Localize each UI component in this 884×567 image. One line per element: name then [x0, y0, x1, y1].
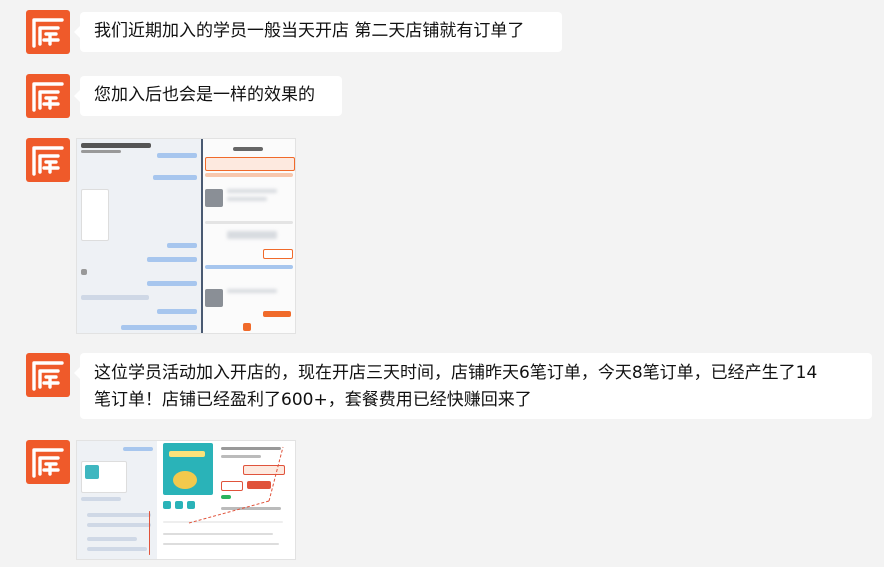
message-text-line-2: 笔订单！店铺已经盈利了600+，套餐费用已经快赚回来了 [94, 390, 532, 410]
message-bubble[interactable]: 您加入后也会是一样的效果的 [74, 76, 342, 116]
message-row-4: 这位学员活动加入开店的，现在开店三天时间，店铺昨天6笔订单，今天8笔订单，已经产… [0, 353, 884, 423]
message-row-3 [0, 138, 884, 334]
avatar[interactable] [26, 440, 70, 484]
chat-and-shop-orders-image[interactable] [76, 138, 296, 334]
shop-logo-icon [32, 448, 64, 478]
message-row-2: 您加入后也会是一样的效果的 [0, 74, 884, 120]
shop-logo-icon [32, 146, 64, 176]
message-text: 我们近期加入的学员一般当天开店 第二天店铺就有订单了 [94, 21, 525, 41]
avatar[interactable] [26, 138, 70, 182]
message-bubble[interactable]: 我们近期加入的学员一般当天开店 第二天店铺就有订单了 [74, 12, 562, 52]
product-listing-image[interactable] [76, 440, 296, 560]
avatar[interactable] [26, 353, 70, 397]
order-list-pane [203, 139, 295, 333]
avatar[interactable] [26, 10, 70, 54]
message-bubble[interactable]: 这位学员活动加入开店的，现在开店三天时间，店铺昨天6笔订单，今天8笔订单，已经产… [74, 353, 872, 419]
chat-pane [77, 139, 201, 333]
message-row-5 [0, 440, 884, 567]
chat-pane [77, 441, 157, 559]
message-text: 您加入后也会是一样的效果的 [94, 85, 315, 105]
shop-logo-icon [32, 361, 64, 391]
product-pane [159, 441, 295, 559]
message-row-1: 我们近期加入的学员一般当天开店 第二天店铺就有订单了 [0, 10, 884, 56]
shop-logo-icon [32, 18, 64, 48]
shop-logo-icon [32, 82, 64, 112]
message-text-line-1: 这位学员活动加入开店的，现在开店三天时间，店铺昨天6笔订单，今天8笔订单，已经产… [94, 363, 818, 383]
avatar[interactable] [26, 74, 70, 118]
annotation-arrow-icon [188, 446, 284, 524]
